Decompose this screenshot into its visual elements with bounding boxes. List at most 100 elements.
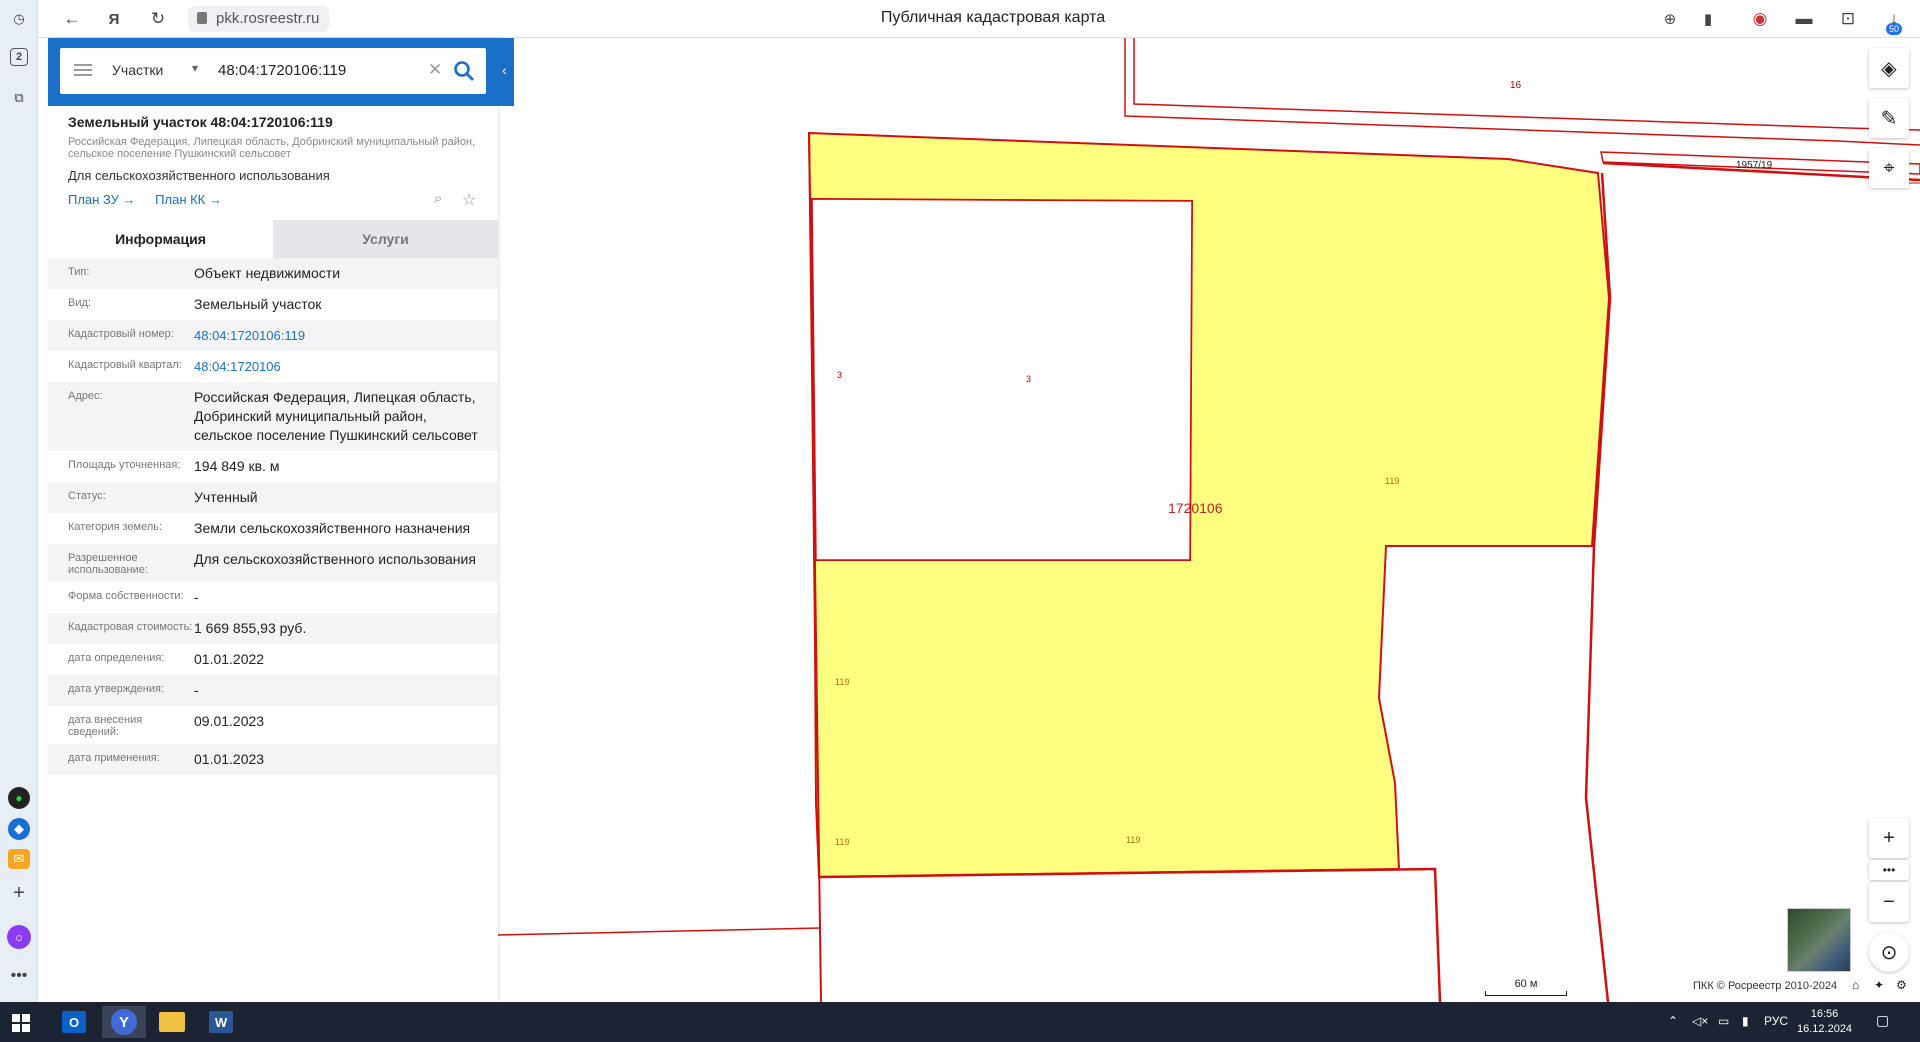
row-label: Кадастровый номер: bbox=[68, 328, 174, 340]
minus-icon: − bbox=[1883, 890, 1895, 913]
row-value: Учтенный bbox=[194, 489, 258, 505]
favorite-star-icon[interactable]: ☆ bbox=[462, 190, 476, 210]
search-input[interactable]: 48:04:1720106:119 bbox=[218, 62, 346, 79]
row-label: Категория земель: bbox=[68, 521, 163, 533]
object-title: Земельный участок 48:04:1720106:119 bbox=[68, 114, 333, 130]
taskbar-word[interactable]: W bbox=[199, 1006, 243, 1038]
table-row: Категория земель: Земли сельскохозяйствен… bbox=[48, 513, 498, 544]
table-row: Вид: Земельный участок bbox=[48, 289, 498, 320]
plan-kk-link[interactable]: План КК → bbox=[155, 192, 222, 207]
menu-icon[interactable] bbox=[74, 64, 92, 76]
cadastral-map[interactable]: 16 1957/19 1720106 3 3 119 119 119 119 bbox=[498, 38, 1920, 1002]
zoom-more-button[interactable]: ••• bbox=[1869, 860, 1909, 880]
plan-zu-link[interactable]: План ЗУ → bbox=[68, 192, 136, 207]
yandex-browser-icon: Y bbox=[111, 1009, 137, 1035]
home-icon[interactable]: ⌂ bbox=[1852, 978, 1859, 992]
basemap-switcher[interactable] bbox=[1787, 908, 1851, 972]
attribute-table: Тип: Объект недвижимости Вид: Земельный уч… bbox=[48, 258, 498, 775]
chevron-down-icon[interactable]: ▾ bbox=[192, 61, 198, 75]
tray-chevron-icon[interactable]: ⌃ bbox=[1668, 1014, 1678, 1028]
search-category[interactable]: Участки bbox=[112, 62, 163, 78]
taskbar-outlook[interactable]: O bbox=[52, 1006, 96, 1038]
notification-center-icon[interactable]: ▢ bbox=[1876, 1012, 1889, 1029]
neighbor-parcel-16 bbox=[1124, 38, 1920, 146]
app-icon-2[interactable]: ◆ bbox=[8, 818, 30, 840]
tab-icon[interactable]: ▬ bbox=[1794, 9, 1814, 29]
inner-parcel-3 bbox=[811, 198, 1193, 561]
notifications-icon[interactable]: ⊕ bbox=[1660, 9, 1680, 29]
address-bar[interactable]: pkk.rosreestr.ru bbox=[188, 6, 330, 32]
ruler-icon: ✎ bbox=[1880, 107, 1898, 130]
more-icon[interactable]: ••• bbox=[9, 966, 29, 986]
row-value: 09.01.2023 bbox=[194, 713, 265, 729]
table-row: Адрес: Российская Федерация, Липецкая обл… bbox=[48, 382, 498, 451]
reload-icon[interactable]: ↻ bbox=[148, 9, 168, 29]
row-label: Кадастровый квартал: bbox=[68, 359, 182, 371]
cadastral-number-link[interactable]: 48:04:1720106:119 bbox=[194, 326, 484, 345]
row-value: - bbox=[194, 682, 199, 698]
outlook-icon: O bbox=[62, 1011, 86, 1033]
url-text: pkk.rosreestr.ru bbox=[216, 10, 320, 27]
label-119b: 119 bbox=[835, 677, 849, 687]
volume-icon[interactable]: ◁× bbox=[1692, 1014, 1708, 1028]
label-3b: 3 bbox=[1026, 374, 1031, 384]
back-icon[interactable]: ← bbox=[62, 9, 82, 29]
table-row: Разрешенное использование: Для сельскохоз… bbox=[48, 544, 498, 582]
label-3a: 3 bbox=[837, 370, 842, 380]
extension-icon[interactable]: ◉ bbox=[1750, 9, 1770, 29]
measure-button[interactable]: ✎ bbox=[1869, 98, 1909, 138]
language-indicator[interactable]: РУС bbox=[1764, 1014, 1788, 1028]
network-icon[interactable]: ▭ bbox=[1718, 1014, 1729, 1028]
microphone-icon[interactable]: ▮ bbox=[1742, 1014, 1749, 1028]
tab-services[interactable]: Услуги bbox=[273, 220, 498, 258]
downloads-badge: 50 bbox=[1885, 23, 1902, 35]
history-icon[interactable]: ◷ bbox=[9, 9, 29, 29]
scale-bar-line bbox=[1485, 991, 1567, 996]
crosshair-icon: ⌖ bbox=[1883, 156, 1895, 179]
locate-button[interactable]: ⌖ bbox=[1869, 148, 1909, 188]
row-label: Адрес: bbox=[68, 390, 103, 402]
system-clock[interactable]: 16:56 16.12.2024 bbox=[1797, 1007, 1852, 1037]
label-quarter: 1720106 bbox=[1168, 500, 1223, 516]
taskbar-explorer[interactable] bbox=[150, 1006, 194, 1038]
taskbar-yandex-browser[interactable]: Y bbox=[102, 1006, 146, 1038]
cadastral-quarter-link[interactable]: 48:04:1720106 bbox=[194, 357, 484, 376]
location-icon[interactable]: ✦ bbox=[1874, 978, 1884, 992]
info-panel: Участки ▾ 48:04:1720106:119 ✕ ‹ Земельны… bbox=[48, 38, 514, 1002]
label-119d: 119 bbox=[1126, 835, 1140, 845]
map-attribution: ПКК © Росреестр 2010-2024 bbox=[1693, 980, 1838, 992]
tabs-count-icon[interactable]: 2 bbox=[10, 48, 28, 66]
bottom-left-line bbox=[498, 927, 822, 936]
yandex-logo-icon[interactable]: Я bbox=[104, 9, 124, 29]
collapse-panel-icon[interactable]: ‹ bbox=[502, 62, 507, 78]
app-icon-1[interactable]: ● bbox=[8, 787, 30, 809]
screenshot-icon[interactable]: ⧉ bbox=[9, 88, 29, 108]
bookmark-icon[interactable]: ▮ bbox=[1698, 9, 1718, 29]
settings-icon[interactable]: ⚙ bbox=[1896, 978, 1907, 992]
downloads-icon[interactable]: ↓ 50 bbox=[1884, 9, 1904, 35]
search-icon[interactable] bbox=[452, 59, 476, 83]
object-purpose: Для сельскохозяйственного использования bbox=[68, 168, 330, 183]
clear-icon[interactable]: ✕ bbox=[428, 60, 442, 80]
mail-app-icon[interactable]: ✉ bbox=[8, 849, 30, 869]
row-value: - bbox=[194, 589, 199, 605]
row-value: 01.01.2023 bbox=[194, 751, 265, 767]
zoom-in-button[interactable]: + bbox=[1869, 818, 1909, 858]
zoom-to-object-icon[interactable]: ⌕ bbox=[434, 190, 442, 207]
lock-icon bbox=[197, 12, 207, 24]
alice-icon[interactable]: ○ bbox=[7, 925, 31, 949]
map-canvas: 16 1957/19 1720106 3 3 119 119 119 119 bbox=[498, 38, 1920, 1002]
zoom-out-button[interactable]: − bbox=[1869, 882, 1909, 922]
add-app-icon[interactable]: + bbox=[9, 882, 29, 904]
tab-info[interactable]: Информация bbox=[48, 220, 273, 258]
label-parcel-1957: 1957/19 bbox=[1736, 160, 1773, 171]
windows-start-icon[interactable] bbox=[12, 1014, 30, 1032]
layers-button[interactable]: ◈ bbox=[1869, 48, 1909, 88]
dots-icon: ••• bbox=[1882, 863, 1896, 877]
layers-icon: ◈ bbox=[1881, 57, 1897, 80]
compass-button[interactable]: ⊙ bbox=[1869, 932, 1909, 972]
row-label: Статус: bbox=[68, 490, 106, 502]
plan-links: План ЗУ → План КК → bbox=[68, 192, 238, 207]
folder-icon bbox=[159, 1012, 185, 1032]
collections-icon[interactable]: ⊡ bbox=[1838, 9, 1858, 29]
